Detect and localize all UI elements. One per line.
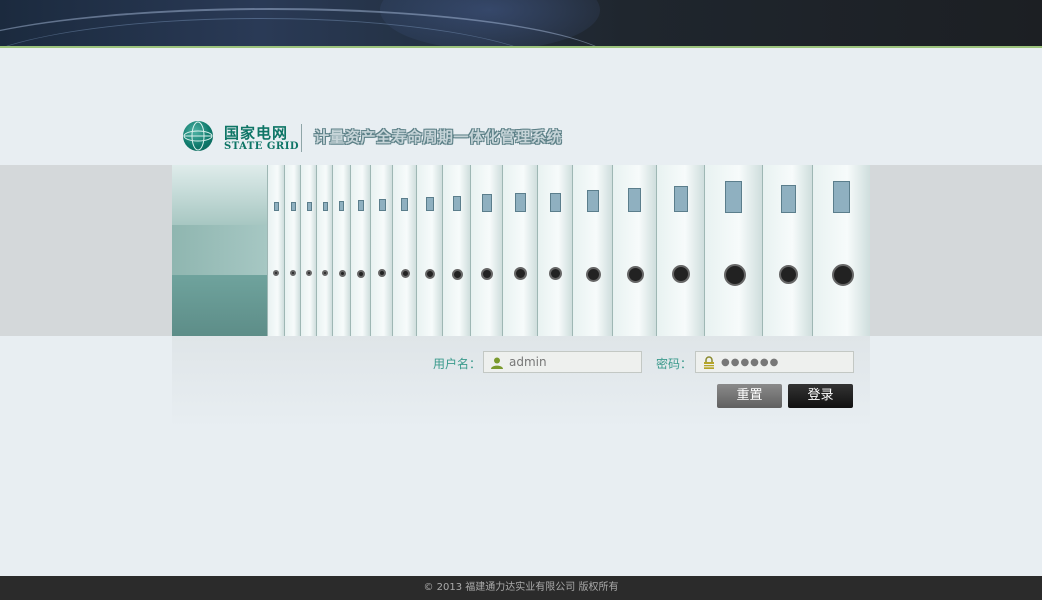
password-input[interactable]: ●●●●●● — [695, 351, 854, 373]
login-form: 用户名： admin 密码： ●●●●●● 重置 登录 — [172, 336, 870, 430]
password-label: 密码： — [656, 357, 693, 371]
cabinet-shape — [470, 165, 502, 336]
cabinet-shape — [537, 165, 572, 336]
lock-icon — [704, 356, 714, 369]
cabinet-shape — [502, 165, 537, 336]
reset-button[interactable]: 重置 — [717, 384, 782, 408]
cabinet-shape — [656, 165, 704, 336]
globe-logo-icon — [183, 121, 213, 151]
cabinet-shape — [812, 165, 870, 336]
cabinet-shape — [316, 165, 332, 336]
banner-image — [172, 165, 870, 336]
cabinet-shape — [350, 165, 370, 336]
login-button[interactable]: 登录 — [788, 384, 853, 408]
password-value: ●●●●●● — [721, 357, 780, 368]
cabinet-shape — [704, 165, 762, 336]
system-title: 计量资产全寿命周期一体化管理系统 — [314, 128, 563, 146]
cabinet-shape — [572, 165, 612, 336]
footer-copyright: © 2013 福建通力达实业有限公司 版权所有 — [0, 576, 1042, 600]
cabinet-shape — [267, 165, 284, 336]
cabinet-shape — [284, 165, 300, 336]
header-bar — [0, 0, 1042, 48]
username-input[interactable]: admin — [483, 351, 642, 373]
cabinet-shape — [392, 165, 416, 336]
cabinet-shape — [762, 165, 812, 336]
user-icon — [491, 357, 503, 369]
cabinet-shape — [370, 165, 392, 336]
cabinet-shape — [332, 165, 350, 336]
cabinet-shape — [612, 165, 656, 336]
cabinet-shape — [442, 165, 470, 336]
brand-name-en: STATE GRID — [224, 141, 300, 152]
username-label: 用户名： — [433, 357, 482, 371]
cabinet-shape — [416, 165, 442, 336]
brand-name-cn: 国家电网 — [224, 124, 289, 142]
divider — [301, 124, 302, 152]
cabinet-shape — [300, 165, 316, 336]
brand-header: 国家电网 STATE GRID 计量资产全寿命周期一体化管理系统 — [172, 112, 872, 164]
username-value: admin — [509, 355, 547, 369]
